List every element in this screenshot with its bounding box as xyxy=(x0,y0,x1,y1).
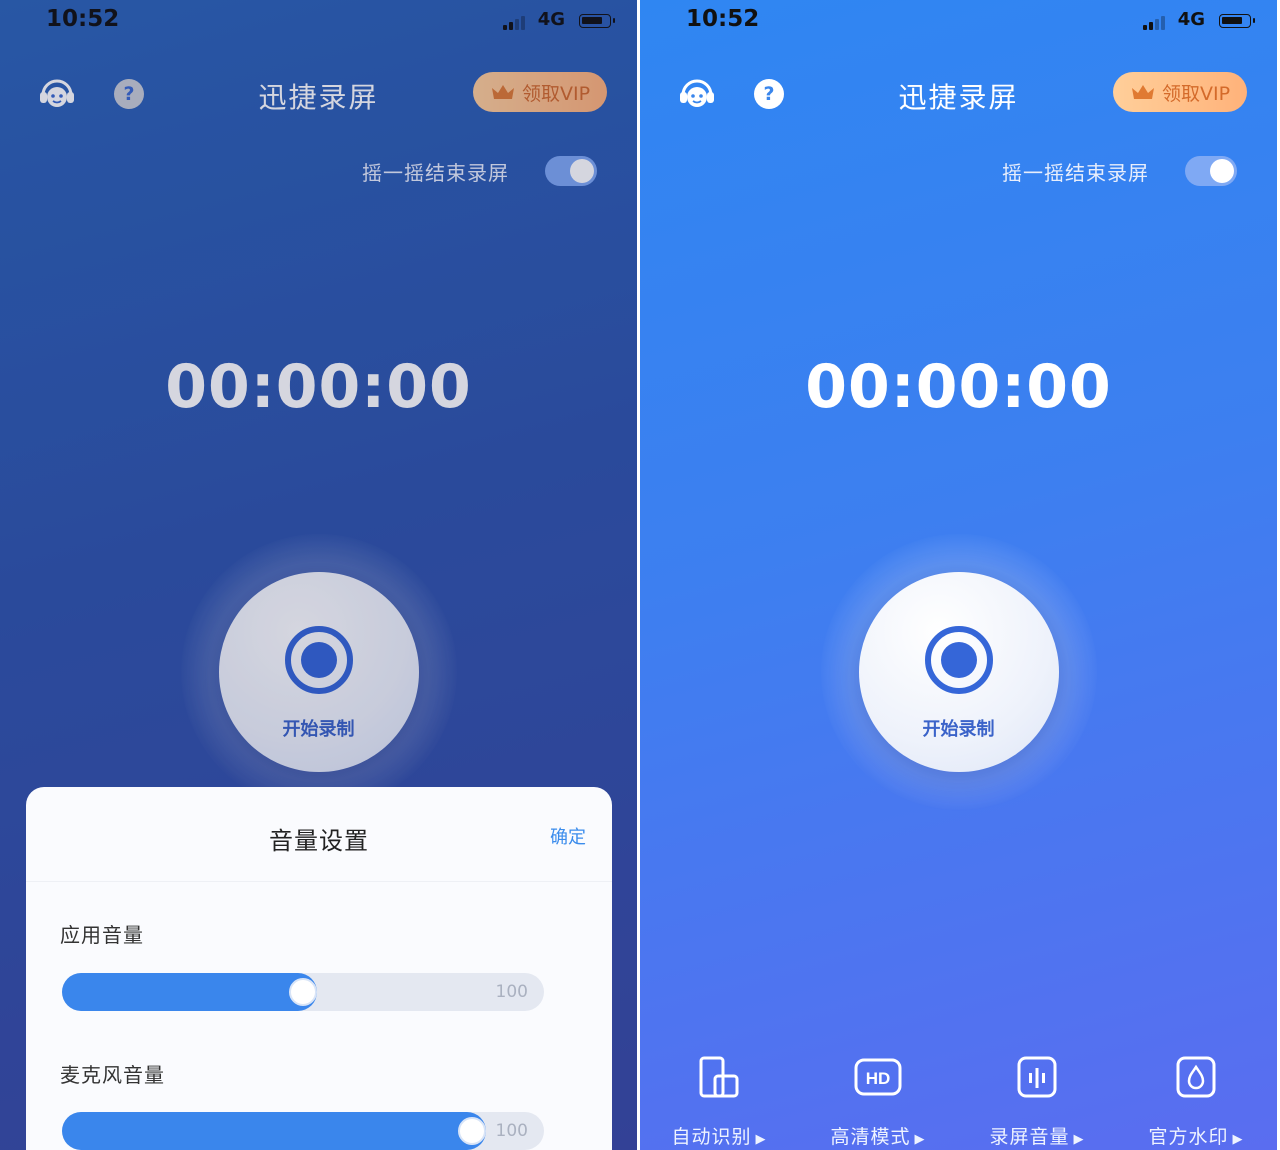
arrow-right-icon: ▶ xyxy=(1232,1132,1244,1147)
svg-text:HD: HD xyxy=(866,1069,891,1088)
signal-icon xyxy=(1143,16,1165,30)
get-vip-button[interactable]: 领取VIP xyxy=(1113,72,1247,112)
vip-button-label: 领取VIP xyxy=(1161,82,1231,105)
feature-hd-mode-label: 高清模式 xyxy=(830,1126,911,1148)
mic-volume-max: 100 xyxy=(495,1121,528,1141)
app-volume-slider[interactable]: 100 xyxy=(62,973,544,1011)
status-time: 10:52 xyxy=(686,6,760,32)
sheet-title: 音量设置 xyxy=(269,827,369,855)
sheet-divider xyxy=(26,881,612,882)
feature-watermark-label: 官方水印 xyxy=(1148,1126,1229,1148)
network-type: 4G xyxy=(1177,9,1205,30)
feature-auto-detect[interactable]: 自动识别 ▶ xyxy=(644,1054,794,1148)
feature-auto-detect-label: 自动识别 xyxy=(671,1126,752,1148)
shake-to-stop-label: 摇一摇结束录屏 xyxy=(1002,160,1149,185)
shake-to-stop-toggle[interactable] xyxy=(1185,156,1237,186)
app-volume-handle[interactable] xyxy=(289,978,317,1006)
record-icon xyxy=(924,626,993,694)
volume-bars-icon xyxy=(1017,1056,1057,1098)
phone-screen-left: 10:52 4G ? 迅捷录屏 领取VIP 摇一摇结束录屏 00:00:00 开… xyxy=(0,0,637,1150)
arrow-right-icon: ▶ xyxy=(755,1132,767,1147)
battery-icon xyxy=(1219,14,1255,28)
recording-timer: 00:00:00 xyxy=(805,352,1112,422)
phone-rotate-icon xyxy=(699,1056,739,1098)
start-recording-button[interactable]: 开始录制 xyxy=(858,572,1059,772)
arrow-right-icon: ▶ xyxy=(914,1132,926,1147)
app-volume-fill xyxy=(62,973,317,1011)
confirm-button[interactable]: 确定 xyxy=(550,823,586,849)
crown-icon xyxy=(1131,85,1154,99)
volume-settings-sheet: 音量设置 确定 应用音量 100 麦克风音量 100 xyxy=(26,787,612,1150)
app-volume-max: 100 xyxy=(495,982,528,1002)
feature-bar: 自动识别 ▶ HD 高清模式 ▶ 录屏音量 ▶ 官方水印 ▶ xyxy=(640,1054,1277,1150)
feature-watermark[interactable]: 官方水印 ▶ xyxy=(1121,1054,1271,1148)
feature-hd-mode[interactable]: HD 高清模式 ▶ xyxy=(803,1054,953,1148)
mic-volume-fill xyxy=(62,1112,486,1150)
top-bar: ? 迅捷录屏 领取VIP xyxy=(640,70,1277,116)
feature-record-volume-label: 录屏音量 xyxy=(989,1126,1070,1148)
hd-icon: HD xyxy=(854,1058,902,1096)
phone-screen-right: 10:52 4G ? 迅捷录屏 领取VIP 摇一摇结束录屏 00:00:00 开… xyxy=(640,0,1277,1150)
feature-record-volume[interactable]: 录屏音量 ▶ xyxy=(962,1054,1112,1148)
mic-volume-label: 麦克风音量 xyxy=(60,1063,165,1087)
water-drop-icon xyxy=(1176,1056,1216,1098)
arrow-right-icon: ▶ xyxy=(1073,1132,1085,1147)
toggle-knob xyxy=(1210,159,1234,183)
status-bar: 10:52 4G xyxy=(640,6,1277,36)
mic-volume-slider[interactable]: 100 xyxy=(62,1112,544,1150)
start-recording-label: 开始录制 xyxy=(922,719,995,740)
mic-volume-handle[interactable] xyxy=(458,1117,486,1145)
app-volume-label: 应用音量 xyxy=(60,923,144,947)
shake-to-stop-setting: 摇一摇结束录屏 xyxy=(1002,156,1237,186)
